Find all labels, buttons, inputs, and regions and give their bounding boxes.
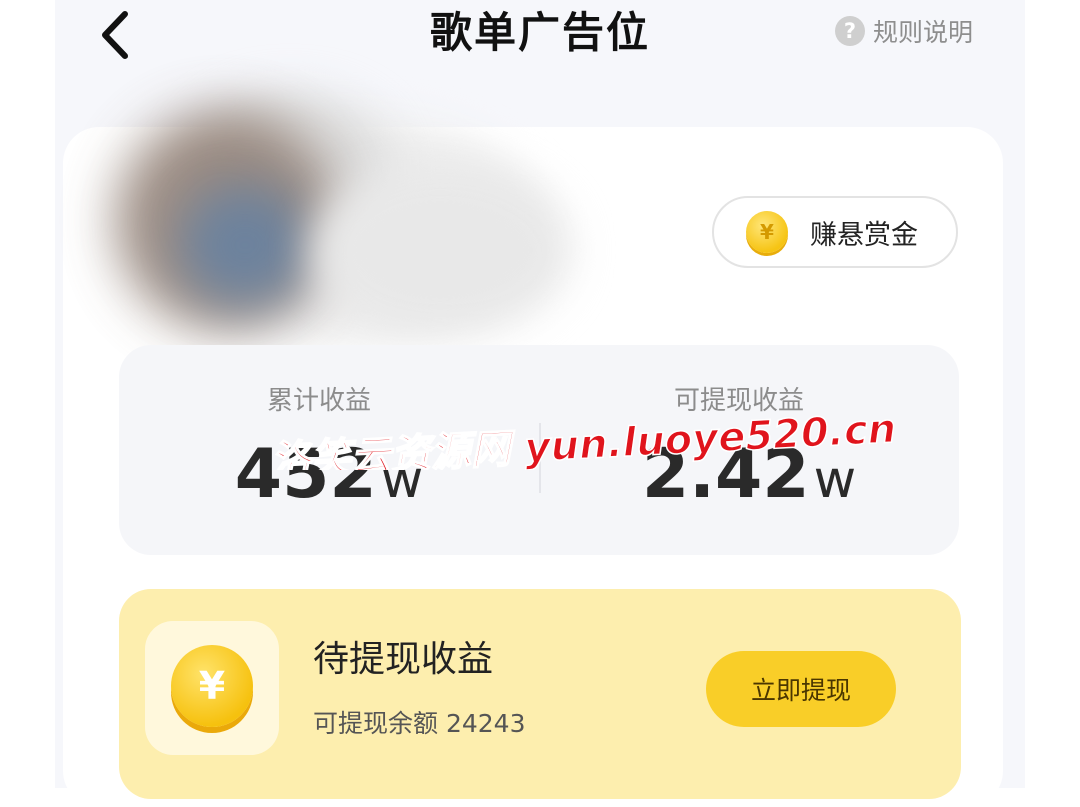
pending-title: 待提现收益 bbox=[313, 639, 494, 680]
total-earnings-stat: 累计收益 452w bbox=[119, 383, 539, 518]
pending-withdraw-card: ¥ 待提现收益 可提现余额 24243 立即提现 bbox=[119, 589, 961, 799]
total-earnings-label: 累计收益 bbox=[266, 386, 371, 416]
rules-label[interactable]: 规则说明 bbox=[873, 13, 973, 49]
withdrawable-earnings-stat: 可提现收益 2.42w bbox=[539, 383, 959, 518]
question-icon[interactable]: ? bbox=[835, 16, 865, 46]
back-chevron-icon[interactable] bbox=[95, 8, 145, 62]
available-balance-text: 可提现余额 24243 bbox=[313, 709, 526, 738]
bounty-button[interactable]: ¥ 赚悬赏金 bbox=[712, 196, 958, 268]
total-earnings-value: 452 bbox=[234, 435, 377, 514]
withdrawable-earnings-value: 2.42 bbox=[641, 435, 810, 514]
total-earnings-unit: w bbox=[380, 450, 424, 510]
page-title: 歌单广告位 bbox=[430, 8, 651, 57]
rules-link[interactable]: ? 规则说明 bbox=[835, 14, 973, 48]
coin-icon: ¥ bbox=[746, 211, 788, 253]
bounty-label: 赚悬赏金 bbox=[810, 219, 918, 251]
coin-box: ¥ bbox=[145, 621, 279, 755]
withdrawable-earnings-label: 可提现收益 bbox=[673, 386, 804, 416]
withdrawable-earnings-unit: w bbox=[813, 450, 857, 510]
withdrawable-earnings-value-wrap: 2.42w bbox=[539, 437, 959, 518]
withdraw-now-button[interactable]: 立即提现 bbox=[706, 651, 896, 727]
app-page: 歌单广告位 ? 规则说明 ¥ 赚悬赏金 累计收益 452w 可提现收益 2.42… bbox=[55, 0, 1025, 807]
yuan-coin-icon: ¥ bbox=[171, 645, 253, 727]
total-earnings-value-wrap: 452w bbox=[119, 437, 539, 518]
back-button[interactable] bbox=[95, 8, 145, 62]
earnings-stats-panel: 累计收益 452w 可提现收益 2.42w bbox=[119, 345, 959, 555]
